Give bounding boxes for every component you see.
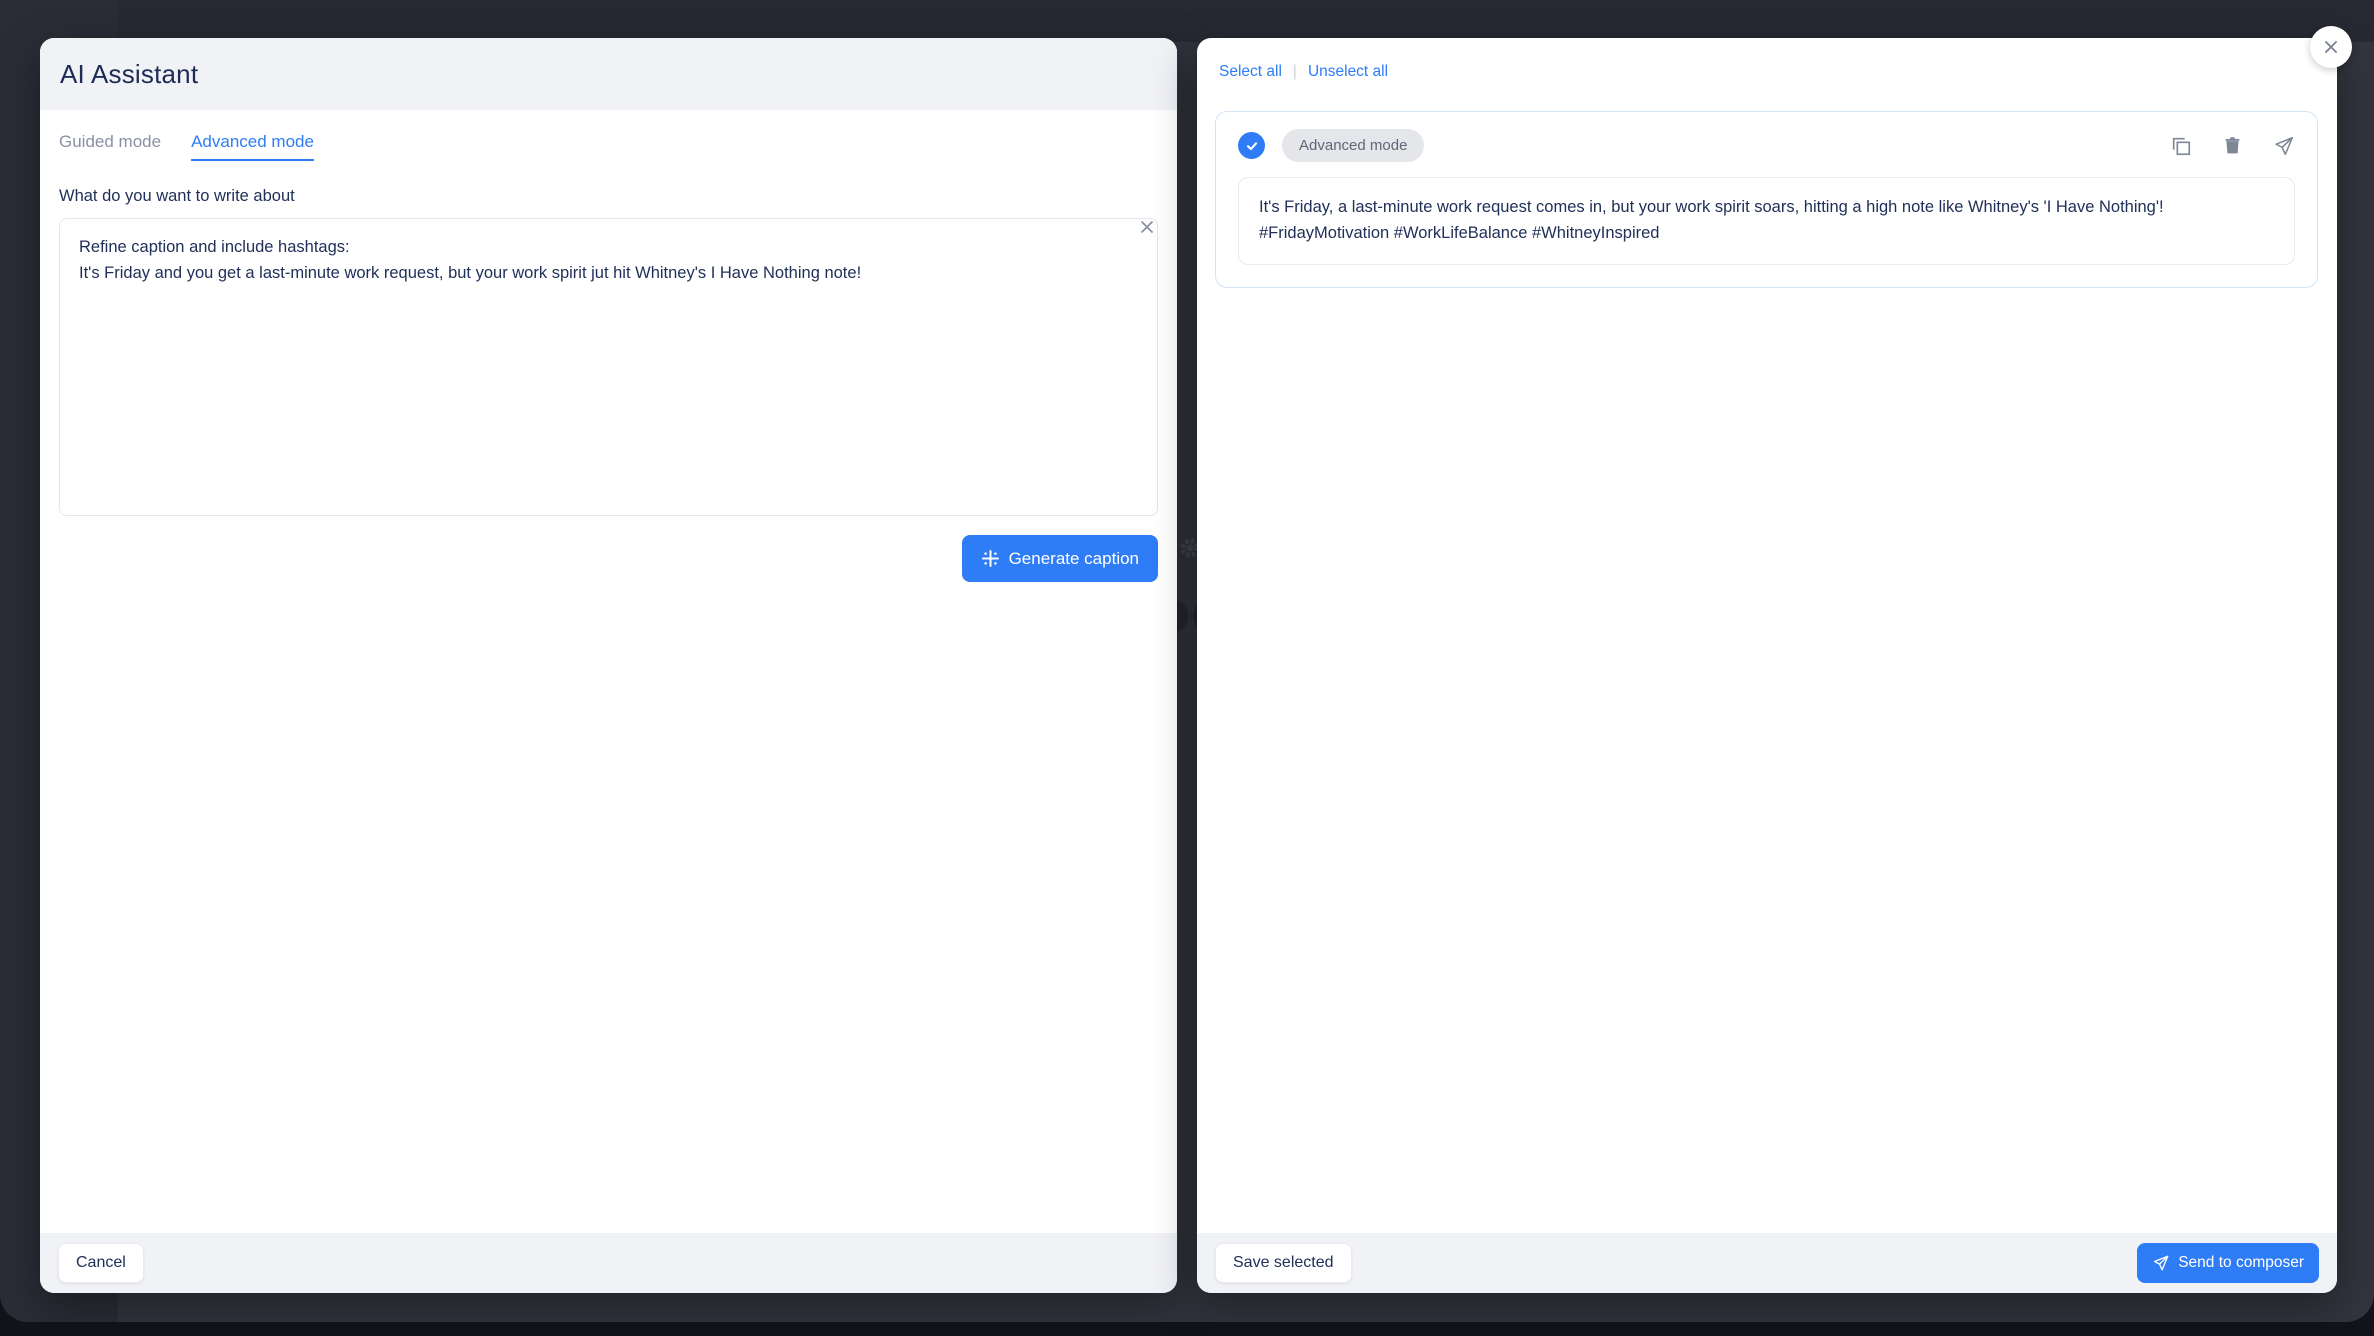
check-icon [1245, 139, 1259, 153]
generate-caption-label: Generate caption [1009, 549, 1139, 569]
send-to-composer-icon-button[interactable] [2273, 135, 2295, 157]
copy-button[interactable] [2170, 135, 2192, 157]
background-topbar [0, 0, 2374, 42]
sparkle-icon [981, 549, 1000, 568]
save-selected-button[interactable]: Save selected [1215, 1243, 1352, 1283]
send-to-composer-button[interactable]: Send to composer [2137, 1243, 2319, 1283]
copy-icon [2170, 135, 2192, 157]
paper-plane-icon [2152, 1254, 2170, 1272]
selection-controls: Select all | Unselect all [1215, 63, 2318, 81]
tab-guided-mode[interactable]: Guided mode [59, 132, 161, 161]
link-separator: | [1293, 63, 1297, 81]
prompt-label: What do you want to write about [59, 187, 1158, 206]
generated-caption-text[interactable]: It's Friday, a last-minute work request … [1238, 177, 2295, 265]
results-footer: Save selected Send to composer [1197, 1233, 2337, 1293]
result-selected-checkbox[interactable] [1238, 132, 1265, 159]
select-all-link[interactable]: Select all [1219, 63, 1282, 81]
trash-icon [2222, 135, 2243, 156]
generate-caption-button[interactable]: Generate caption [962, 535, 1158, 582]
mode-tabs: Guided mode Advanced mode [59, 132, 1158, 161]
send-to-composer-label: Send to composer [2178, 1254, 2304, 1272]
close-button[interactable] [2310, 26, 2352, 68]
mode-badge: Advanced mode [1282, 129, 1424, 162]
screen: AI Assistant Guided mode Advanced mode W… [0, 0, 2374, 1336]
clear-prompt-icon[interactable] [1136, 216, 1158, 238]
dialog-footer: Cancel [40, 1233, 1177, 1293]
ai-assistant-dialog: AI Assistant Guided mode Advanced mode W… [40, 38, 1177, 1293]
close-icon [2322, 38, 2340, 56]
dialog-header: AI Assistant [40, 38, 1177, 110]
tab-advanced-mode[interactable]: Advanced mode [191, 132, 314, 161]
dialog-title: AI Assistant [60, 59, 198, 90]
generated-caption-card: Advanced mode [1215, 111, 2318, 288]
paper-plane-icon [2273, 135, 2295, 157]
delete-button[interactable] [2222, 135, 2243, 156]
cancel-button[interactable]: Cancel [58, 1243, 144, 1283]
unselect-all-link[interactable]: Unselect all [1308, 63, 1388, 81]
prompt-input[interactable]: Refine caption and include hashtags: It'… [59, 218, 1158, 516]
generated-results-panel: Select all | Unselect all Advanced mode [1197, 38, 2337, 1293]
